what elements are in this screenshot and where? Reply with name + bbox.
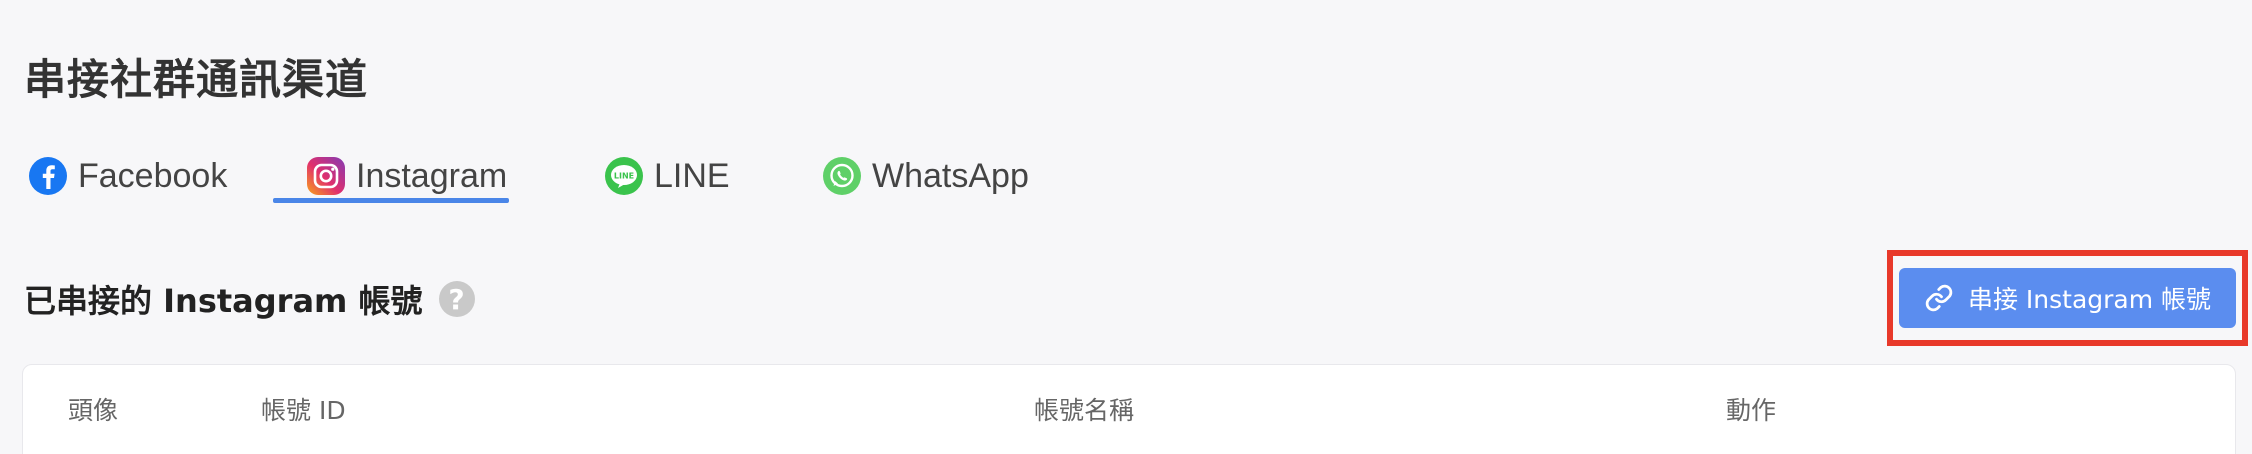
section-title: 已串接的 Instagram 帳號 [24,282,423,320]
page: 串接社群通訊渠道 Facebook Instagram LINE LINE Wh… [0,0,2252,454]
tab-line[interactable]: LINE LINE [604,146,730,206]
facebook-icon [28,156,68,196]
tab-facebook[interactable]: Facebook [28,146,227,206]
tab-label: Instagram [356,156,508,195]
question-icon[interactable]: ? [438,281,475,317]
channel-tabs: Facebook Instagram LINE LINE WhatsApp [24,146,1124,206]
active-tab-indicator [273,198,509,203]
section-header: 已串接的 Instagram 帳號 ? [24,276,475,322]
svg-text:LINE: LINE [614,172,634,181]
whatsapp-icon [822,156,862,196]
column-header-account-name: 帳號名稱 [1034,396,1135,425]
connect-instagram-button[interactable]: 串接 Instagram 帳號 [1899,268,2236,328]
instagram-icon [306,156,346,196]
accounts-table: 頭像 帳號 ID 帳號名稱 動作 [22,364,2236,454]
column-header-account-id: 帳號 ID [261,396,346,425]
tab-label: WhatsApp [872,156,1029,195]
column-header-actions: 動作 [1726,396,1777,425]
tab-instagram[interactable]: Instagram [306,146,507,206]
line-icon: LINE [604,156,644,196]
tab-label: LINE [654,156,730,195]
connect-button-label: 串接 Instagram 帳號 [1967,285,2212,314]
tab-whatsapp[interactable]: WhatsApp [822,146,1029,206]
page-title: 串接社群通訊渠道 [24,55,369,104]
tab-label: Facebook [78,156,228,195]
column-header-avatar: 頭像 [68,396,119,425]
connect-button-highlight: 串接 Instagram 帳號 [1887,250,2248,346]
link-icon [1925,284,1953,312]
